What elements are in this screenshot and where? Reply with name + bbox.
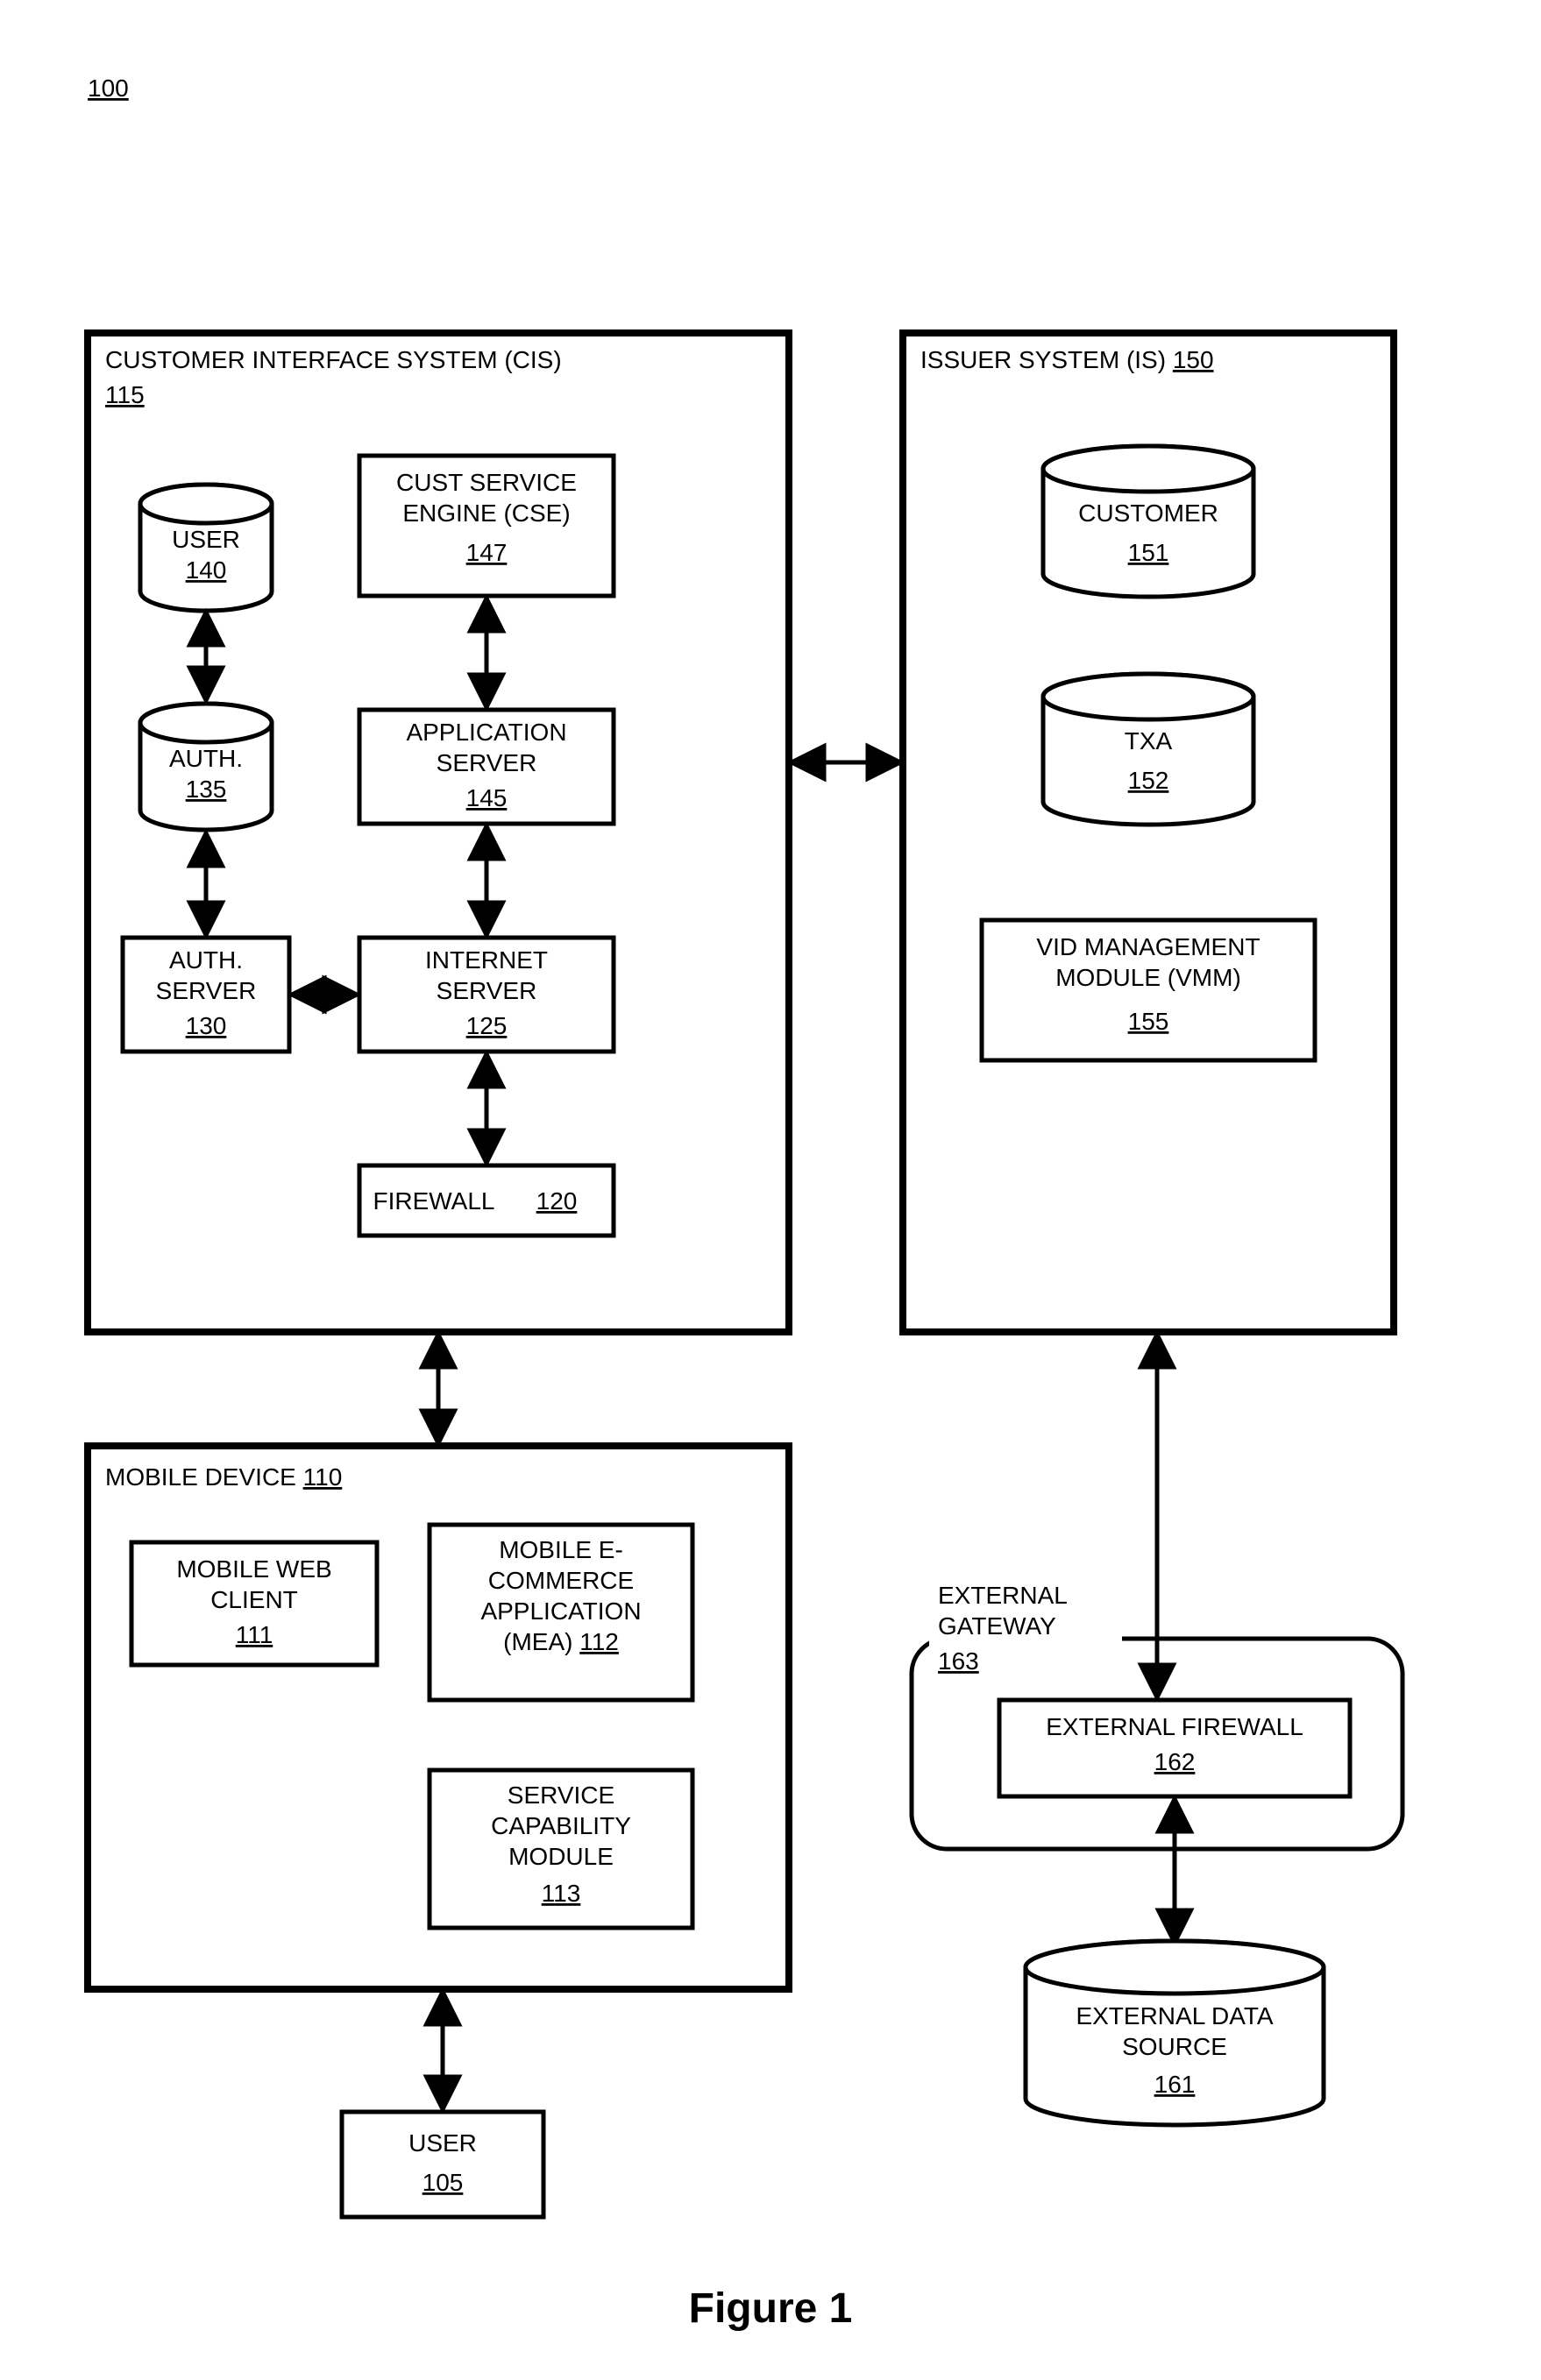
svg-text:GATEWAY: GATEWAY [938, 1612, 1056, 1640]
svg-text:MODULE: MODULE [508, 1843, 614, 1870]
svg-text:APPLICATION: APPLICATION [480, 1597, 641, 1625]
is-container: ISSUER SYSTEM (IS) 150 CUSTOMER 151 TXA … [903, 333, 1394, 1332]
svg-text:CUST SERVICE: CUST SERVICE [396, 469, 577, 496]
svg-text:EXTERNAL: EXTERNAL [938, 1582, 1068, 1609]
svg-text:125: 125 [466, 1012, 508, 1039]
svg-text:AUTH.: AUTH. [169, 745, 243, 772]
vmm-box: VID MANAGEMENT MODULE (VMM) 155 [982, 920, 1315, 1060]
svg-text:USER: USER [172, 526, 240, 553]
svg-text:SERVICE: SERVICE [508, 1781, 614, 1809]
cis-ref: 115 [105, 381, 145, 408]
svg-text:105: 105 [423, 2169, 464, 2196]
svg-text:INTERNET: INTERNET [425, 946, 548, 974]
svg-text:MOBILE WEB: MOBILE WEB [176, 1555, 331, 1583]
svg-text:130: 130 [186, 1012, 227, 1039]
firewall-box: FIREWALL 120 [359, 1165, 614, 1236]
txa-db: TXA 152 [1043, 674, 1253, 825]
patent-diagram: 100 CUSTOMER INTERFACE SYSTEM (CIS) 115 … [0, 0, 1541, 2380]
svg-text:FIREWALL: FIREWALL [373, 1187, 495, 1215]
svg-text:113: 113 [542, 1880, 581, 1907]
cse-box: CUST SERVICE ENGINE (CSE) 147 [359, 456, 614, 596]
ext-data-source-db: EXTERNAL DATA SOURCE 161 [1026, 1941, 1324, 2125]
internet-server-box: INTERNET SERVER 125 [359, 938, 614, 1052]
svg-text:120: 120 [536, 1187, 578, 1215]
svg-text:MODULE (VMM): MODULE (VMM) [1055, 964, 1241, 991]
app-server-box: APPLICATION SERVER 145 [359, 710, 614, 824]
ext-firewall-box: EXTERNAL FIREWALL 162 [999, 1700, 1350, 1796]
is-title: ISSUER SYSTEM (IS) 150 [920, 346, 1214, 373]
svg-text:EXTERNAL DATA: EXTERNAL DATA [1076, 2002, 1273, 2029]
svg-text:111: 111 [236, 1621, 273, 1648]
svg-text:140: 140 [186, 556, 227, 584]
mobile-title: MOBILE DEVICE 110 [105, 1463, 342, 1491]
svg-text:CUSTOMER: CUSTOMER [1078, 499, 1218, 527]
svg-text:EXTERNAL FIREWALL: EXTERNAL FIREWALL [1046, 1713, 1303, 1740]
scm-box: SERVICE CAPABILITY MODULE 113 [430, 1770, 692, 1928]
mobile-container: MOBILE DEVICE 110 MOBILE WEB CLIENT 111 … [88, 1446, 789, 1989]
svg-text:SERVER: SERVER [156, 977, 257, 1004]
svg-text:CLIENT: CLIENT [210, 1586, 298, 1613]
svg-text:152: 152 [1128, 767, 1169, 794]
customer-db: CUSTOMER 151 [1043, 446, 1253, 597]
svg-text:SERVER: SERVER [437, 977, 537, 1004]
mobile-web-client-box: MOBILE WEB CLIENT 111 [131, 1542, 377, 1665]
svg-text:SOURCE: SOURCE [1122, 2033, 1227, 2060]
svg-text:SERVER: SERVER [437, 749, 537, 776]
cis-title: CUSTOMER INTERFACE SYSTEM (CIS) [105, 346, 562, 373]
svg-text:USER: USER [408, 2129, 477, 2157]
user-db: USER 140 [140, 485, 272, 611]
svg-text:161: 161 [1154, 2071, 1196, 2098]
user-box: USER 105 [342, 2112, 543, 2217]
svg-text:155: 155 [1128, 1008, 1169, 1035]
overall-ref: 100 [88, 74, 129, 102]
svg-text:162: 162 [1154, 1748, 1196, 1775]
auth-server-box: AUTH. SERVER 130 [123, 938, 289, 1052]
svg-text:145: 145 [466, 784, 508, 811]
svg-text:135: 135 [186, 776, 227, 803]
svg-text:CAPABILITY: CAPABILITY [491, 1812, 631, 1839]
cis-container: CUSTOMER INTERFACE SYSTEM (CIS) 115 USER… [88, 333, 789, 1332]
svg-text:TXA: TXA [1125, 727, 1173, 754]
svg-text:COMMERCE: COMMERCE [488, 1567, 634, 1594]
svg-text:147: 147 [466, 539, 508, 566]
svg-text:163: 163 [938, 1647, 979, 1675]
svg-text:ENGINE (CSE): ENGINE (CSE) [402, 499, 570, 527]
svg-text:(MEA) 112: (MEA) 112 [503, 1628, 619, 1655]
svg-text:MOBILE E-: MOBILE E- [499, 1536, 623, 1563]
svg-text:VID MANAGEMENT: VID MANAGEMENT [1036, 933, 1260, 960]
mea-box: MOBILE E- COMMERCE APPLICATION (MEA) 112 [430, 1525, 692, 1700]
svg-text:151: 151 [1128, 539, 1169, 566]
auth-db: AUTH. 135 [140, 704, 272, 830]
svg-text:AUTH.: AUTH. [169, 946, 243, 974]
svg-text:APPLICATION: APPLICATION [406, 719, 566, 746]
figure-caption: Figure 1 [689, 2285, 853, 2332]
